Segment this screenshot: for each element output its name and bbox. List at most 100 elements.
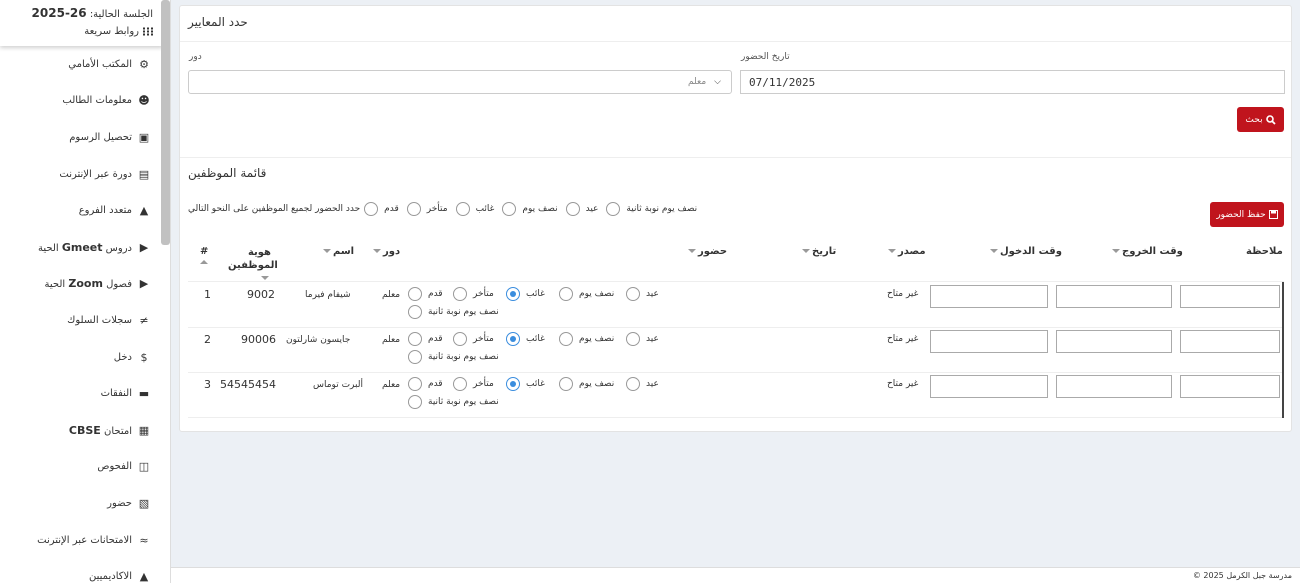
col-header-attendance[interactable]: حضور bbox=[688, 246, 727, 257]
radio-icon[interactable] bbox=[626, 377, 640, 391]
session-box: الجلسة الحالية: 2025-26 روابط سريعة bbox=[0, 0, 163, 46]
col-header-entry-time[interactable]: وقت الدخول bbox=[990, 246, 1062, 257]
sidebar-item[interactable]: متعدد الفروع ▲ bbox=[0, 192, 160, 229]
radio-icon[interactable] bbox=[408, 287, 422, 301]
radio-icon[interactable] bbox=[364, 202, 379, 216]
search-button[interactable]: بحث bbox=[1237, 107, 1284, 132]
radio-icon[interactable] bbox=[502, 202, 517, 216]
radio-icon[interactable] bbox=[626, 287, 640, 301]
radio-icon[interactable] bbox=[408, 395, 422, 409]
exit-time-input[interactable] bbox=[1056, 285, 1172, 308]
sidebar-item[interactable]: معلومات الطالب ☻ bbox=[0, 83, 160, 120]
radio-icon[interactable] bbox=[408, 377, 422, 391]
sidebar-item[interactable]: دخل $ bbox=[0, 339, 160, 376]
sidebar-item[interactable]: سجلات السلوك ≠ bbox=[0, 302, 160, 339]
exit-time-input[interactable] bbox=[1056, 330, 1172, 353]
sidebar-item[interactable]: دروس Gmeet الحية ▶ bbox=[0, 229, 160, 266]
radio-icon[interactable] bbox=[559, 287, 573, 301]
entry-time-input[interactable] bbox=[930, 285, 1048, 308]
row-attendance-option[interactable]: متأخر bbox=[453, 332, 494, 346]
sidebar-item[interactable]: الامتحانات عبر الإنترنت ≈ bbox=[0, 522, 160, 559]
bulk-option[interactable]: متأخر bbox=[406, 202, 448, 216]
radio-icon[interactable] bbox=[408, 332, 422, 346]
sidebar-item-text: CBSE bbox=[68, 423, 101, 437]
sort-icon bbox=[688, 249, 696, 253]
sidebar-scrollbar[interactable] bbox=[161, 0, 170, 245]
bulk-option-label: عيد bbox=[585, 204, 599, 214]
sidebar-item[interactable]: تحصيل الرسوم ▣ bbox=[0, 119, 160, 156]
bulk-option[interactable]: نصف يوم نوبة ثانية bbox=[606, 202, 697, 216]
row-attendance-option[interactable]: نصف يوم نوبة ثانية bbox=[408, 305, 499, 319]
radio-icon[interactable] bbox=[559, 377, 573, 391]
radio-icon[interactable] bbox=[506, 287, 520, 301]
role-select[interactable]: معلم ⌵ bbox=[188, 70, 732, 94]
radio-icon[interactable] bbox=[606, 202, 621, 216]
col-header-staff-id[interactable]: هوية الموظفين bbox=[228, 246, 278, 285]
row-attendance-option[interactable]: عيد bbox=[626, 332, 659, 346]
col-header-exit-time[interactable]: وقت الخروج bbox=[1112, 246, 1183, 257]
radio-icon[interactable] bbox=[406, 202, 421, 216]
sidebar-item[interactable]: فصول Zoom الحية ▶ bbox=[0, 266, 160, 303]
radio-icon[interactable] bbox=[408, 350, 422, 364]
radio-icon[interactable] bbox=[453, 332, 467, 346]
col-header-source[interactable]: مصدر bbox=[888, 246, 926, 257]
row-attendance-option[interactable]: غائب bbox=[506, 287, 545, 301]
sidebar-item[interactable]: دورة عبر الإنترنت ▤ bbox=[0, 156, 160, 193]
radio-icon[interactable] bbox=[453, 377, 467, 391]
col-header-date[interactable]: تاريخ bbox=[802, 246, 836, 257]
row-attendance-option[interactable]: قدم bbox=[408, 332, 443, 346]
row-attendance-option[interactable]: نصف يوم bbox=[559, 377, 614, 391]
sidebar-item[interactable]: امتحان CBSE ▦ bbox=[0, 412, 160, 449]
col-header-role[interactable]: دور bbox=[373, 246, 400, 257]
radio-icon[interactable] bbox=[506, 332, 520, 346]
radio-icon[interactable] bbox=[455, 202, 470, 216]
row-attendance-option[interactable]: نصف يوم نوبة ثانية bbox=[408, 395, 499, 409]
note-input[interactable] bbox=[1180, 285, 1280, 308]
note-input[interactable] bbox=[1180, 330, 1280, 353]
row-attendance-option[interactable]: نصف يوم bbox=[559, 332, 614, 346]
quick-links[interactable]: روابط سريعة bbox=[10, 26, 153, 37]
row-attendance-option[interactable]: قدم bbox=[408, 287, 443, 301]
row-attendance-option[interactable]: نصف يوم نوبة ثانية bbox=[408, 350, 499, 364]
radio-icon[interactable] bbox=[559, 332, 573, 346]
entry-time-input[interactable] bbox=[930, 330, 1048, 353]
radio-icon[interactable] bbox=[408, 305, 422, 319]
sidebar-item[interactable]: النفقات ▬ bbox=[0, 375, 160, 412]
row-attendance-option[interactable]: نصف يوم bbox=[559, 287, 614, 301]
row-attendance-option[interactable]: قدم bbox=[408, 377, 443, 391]
exit-time-input[interactable] bbox=[1056, 375, 1172, 398]
row-attendance-option[interactable]: غائب bbox=[506, 332, 545, 346]
attendance-date-input[interactable]: 07/11/2025 bbox=[740, 70, 1285, 94]
save-attendance-button[interactable]: حفظ الحضور bbox=[1210, 202, 1284, 227]
entry-time-input[interactable] bbox=[930, 375, 1048, 398]
col-header-note[interactable]: ملاحظة bbox=[1246, 246, 1283, 257]
bulk-option-label: نصف يوم bbox=[522, 204, 558, 214]
bulk-option[interactable]: غائب bbox=[455, 202, 494, 216]
row-attendance-option[interactable]: عيد bbox=[626, 377, 659, 391]
row-role: معلم bbox=[382, 335, 401, 345]
row-option-label: نصف يوم نوبة ثانية bbox=[428, 307, 499, 317]
row-attendance-option[interactable]: متأخر bbox=[453, 287, 494, 301]
radio-icon[interactable] bbox=[506, 377, 520, 391]
radio-icon[interactable] bbox=[565, 202, 580, 216]
radio-icon[interactable] bbox=[453, 287, 467, 301]
col-header-name[interactable]: اسم bbox=[323, 246, 354, 257]
row-attendance-option[interactable]: غائب bbox=[506, 377, 545, 391]
table-scrollbar[interactable] bbox=[1282, 282, 1284, 418]
bulk-option[interactable]: نصف يوم bbox=[502, 202, 558, 216]
current-session[interactable]: الجلسة الحالية: 2025-26 bbox=[10, 6, 153, 20]
sidebar-item[interactable]: الاكاديميين ▲ bbox=[0, 558, 160, 583]
radio-icon[interactable] bbox=[626, 332, 640, 346]
bulk-option[interactable]: قدم bbox=[364, 202, 399, 216]
sidebar-item-text: فصول bbox=[102, 279, 132, 291]
sidebar-item[interactable]: حضور ▧ bbox=[0, 485, 160, 522]
note-input[interactable] bbox=[1180, 375, 1280, 398]
bulk-option[interactable]: عيد bbox=[565, 202, 599, 216]
sidebar-item-text: دروس bbox=[102, 242, 132, 254]
row-attendance-option[interactable]: متأخر bbox=[453, 377, 494, 391]
row-option-label: قدم bbox=[428, 289, 443, 299]
sidebar-item[interactable]: المكتب الأمامي ⚙ bbox=[0, 46, 160, 83]
sidebar-item[interactable]: الفحوص ◫ bbox=[0, 449, 160, 486]
row-attendance-option[interactable]: عيد bbox=[626, 287, 659, 301]
col-header-num[interactable]: # bbox=[200, 246, 210, 268]
